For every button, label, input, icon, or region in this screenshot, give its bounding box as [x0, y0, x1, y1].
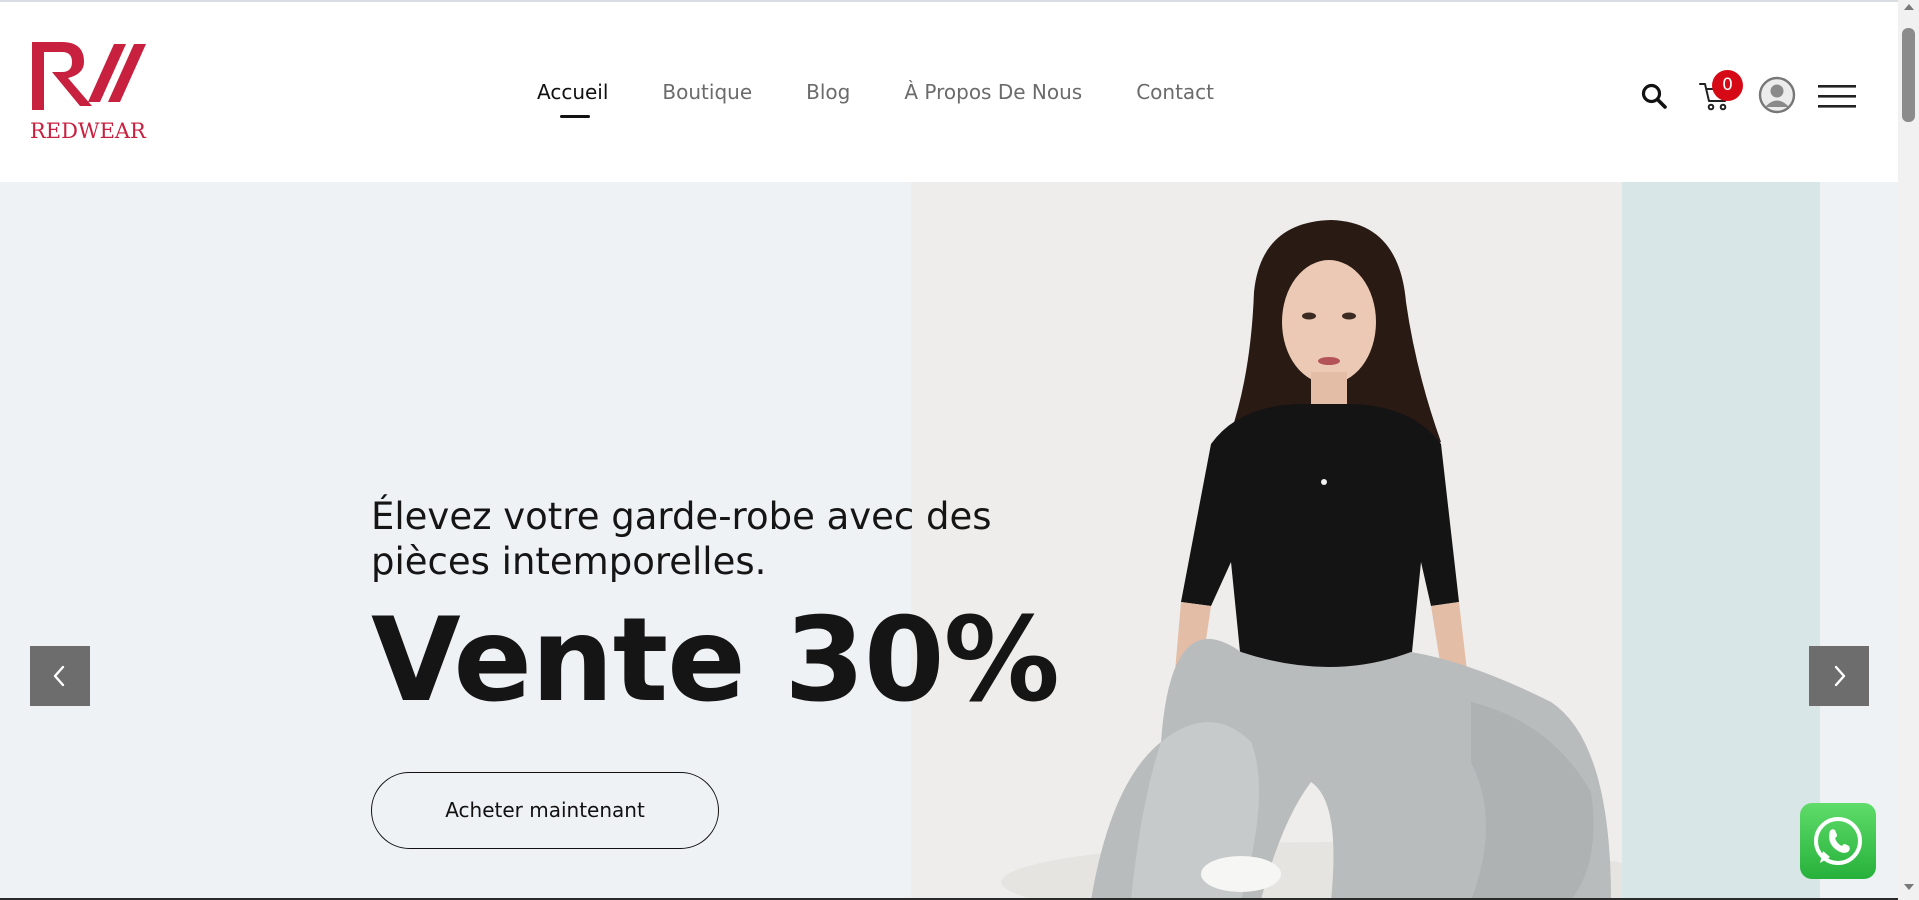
account-icon[interactable]	[1758, 76, 1796, 114]
whatsapp-chat-button[interactable]	[1800, 803, 1876, 879]
hero-accent-stripe	[1622, 182, 1820, 900]
page-scrollbar[interactable]	[1898, 0, 1919, 900]
scroll-down-arrow-icon[interactable]	[1904, 884, 1914, 890]
nav-item-blog[interactable]: Blog	[806, 80, 850, 104]
nav-item-a-propos[interactable]: À Propos De Nous	[904, 80, 1082, 104]
shop-now-button[interactable]: Acheter maintenant	[371, 772, 719, 849]
logo-wordmark: REDWEAR	[30, 119, 146, 143]
search-icon[interactable]	[1640, 82, 1668, 110]
hero-title: Vente 30%	[371, 593, 1060, 728]
redwear-logo-mark-icon	[32, 42, 146, 110]
nav-item-contact[interactable]: Contact	[1136, 80, 1214, 104]
hero-subtitle: Élevez votre garde-robe avec des pièces …	[371, 495, 992, 583]
chevron-right-icon	[1834, 665, 1846, 687]
chevron-left-icon	[53, 665, 65, 687]
hero-model-image	[911, 182, 1622, 900]
main-nav: Accueil Boutique Blog À Propos De Nous C…	[537, 80, 1214, 118]
whatsapp-icon	[1814, 816, 1862, 866]
nav-item-accueil[interactable]: Accueil	[537, 80, 608, 118]
slider-next-button[interactable]	[1809, 646, 1869, 706]
scrollbar-thumb[interactable]	[1902, 28, 1915, 122]
scroll-up-arrow-icon[interactable]	[1904, 4, 1914, 10]
nav-item-boutique[interactable]: Boutique	[662, 80, 752, 104]
hero-slider: Élevez votre garde-robe avec des pièces …	[0, 182, 1898, 900]
hamburger-menu-icon[interactable]	[1817, 80, 1857, 112]
slider-prev-button[interactable]	[30, 646, 90, 706]
cart-count-badge: 0	[1712, 70, 1743, 101]
site-header: REDWEAR Accueil Boutique Blog À Propos D…	[0, 2, 1898, 182]
brand-logo[interactable]: REDWEAR	[28, 40, 150, 150]
